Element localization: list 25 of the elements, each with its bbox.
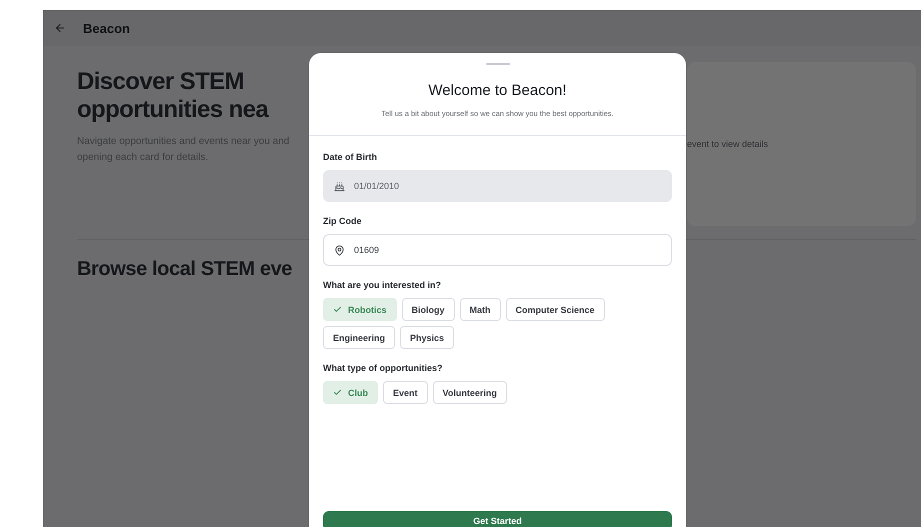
field-label: Date of Birth	[323, 152, 378, 162]
dialog-title: Welcome to Beacon!	[428, 82, 567, 99]
app-title: Beacon	[83, 20, 130, 36]
check-icon	[333, 305, 342, 314]
section-heading: Browse local STEM eve	[77, 258, 294, 281]
option-chip[interactable]: Computer Science	[506, 298, 605, 321]
get-started-button[interactable]: Get Started	[323, 511, 672, 527]
option-chip[interactable]: Robotics	[323, 298, 397, 321]
option-chip[interactable]: Math	[460, 298, 501, 321]
option-chip[interactable]: Volunteering	[432, 381, 507, 404]
drag-handle[interactable]	[486, 63, 510, 65]
question-label: What type of opportunities?	[323, 363, 444, 373]
option-chip[interactable]: Club	[323, 381, 378, 404]
question-label: What are you interested in?	[323, 280, 442, 290]
card-hint: event to view details	[687, 139, 768, 149]
input-field[interactable]: 01609	[323, 234, 672, 266]
page-heading: Discover STEM opportunities nea	[77, 68, 270, 124]
option-chip[interactable]: Event	[383, 381, 428, 404]
option-chip[interactable]: Biology	[402, 298, 455, 321]
option-chip[interactable]: Physics	[400, 326, 454, 349]
location-pin-icon	[334, 244, 345, 256]
field-label: Zip Code	[323, 216, 362, 226]
check-icon	[333, 388, 342, 397]
back-arrow-icon[interactable]	[54, 22, 66, 34]
option-chip[interactable]: Engineering	[323, 326, 396, 349]
